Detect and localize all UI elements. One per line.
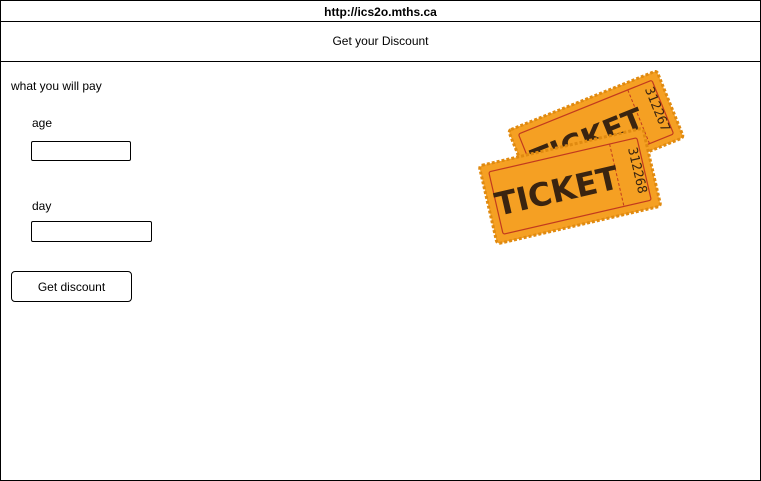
page-title: Get your Discount <box>332 34 429 48</box>
day-input[interactable] <box>31 221 152 242</box>
front-ticket: TICKET 312268 <box>478 127 662 245</box>
ticket-illustration: TICKET 312267 TICKET 312268 <box>478 70 685 245</box>
url-text: http://ics2o.mths.ca <box>324 5 437 19</box>
ticket-stub-image: TICKET 312267 TICKET 312268 <box>478 66 688 248</box>
age-label: age <box>32 116 53 130</box>
address-bar[interactable]: http://ics2o.mths.ca <box>1 1 760 22</box>
age-input[interactable] <box>31 141 131 161</box>
page-header: Get your Discount <box>1 22 760 62</box>
result-label: what you will pay <box>11 79 102 93</box>
get-discount-button[interactable]: Get discount <box>11 271 132 302</box>
day-label: day <box>32 199 52 213</box>
